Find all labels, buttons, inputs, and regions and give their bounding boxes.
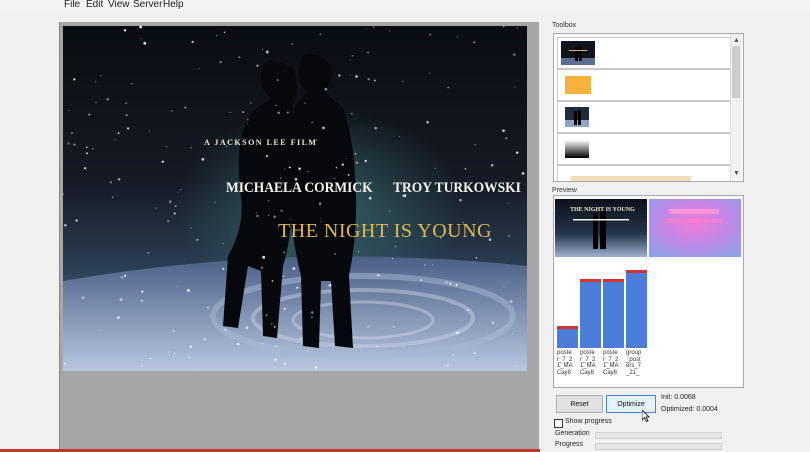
chart-x-tick-line: poste bbox=[557, 350, 572, 356]
chart-bar bbox=[557, 326, 578, 348]
toolbox-scrollbar-thumb[interactable] bbox=[732, 46, 740, 98]
menu-view[interactable]: View bbox=[108, 0, 130, 10]
show-progress-checkbox[interactable] bbox=[554, 419, 563, 428]
poster-actor-right: TROY TURKOWSKI bbox=[393, 180, 521, 196]
toolbox-item-orange[interactable] bbox=[557, 69, 731, 101]
poster-title: THE NIGHT IS YOUNG bbox=[278, 220, 492, 242]
toolbox-item-title-text[interactable] bbox=[557, 165, 731, 181]
chart-x-tick-line: 1_MA bbox=[603, 363, 619, 370]
generation-label: Generation bbox=[555, 430, 590, 437]
optimized-score: Optimized: 0.0004 bbox=[661, 406, 718, 413]
chart-x-tick-label: poste r_7_2 1_MA Cay8 bbox=[603, 350, 624, 376]
chart-x-tick-line: group bbox=[626, 350, 642, 356]
preview-label: Preview bbox=[552, 187, 577, 194]
chart-x-tick-line: Cay8 bbox=[603, 369, 618, 376]
init-score: Init: 0.0068 bbox=[661, 394, 696, 401]
chart-x-tick-line: r_7_2 bbox=[580, 356, 596, 363]
chart-bar bbox=[603, 279, 624, 348]
title-text-thumbnail-icon bbox=[571, 176, 691, 181]
toolbox-list[interactable] bbox=[553, 33, 744, 182]
toolbox-item-poster[interactable] bbox=[557, 37, 731, 69]
toolbox-item-gradient[interactable] bbox=[557, 133, 731, 165]
menu-server[interactable]: Server bbox=[133, 0, 162, 10]
chart-x-tick-line: poste bbox=[603, 350, 618, 356]
chart-x-tick-line: 1_MA bbox=[557, 363, 573, 370]
chart-x-tick-line: r_7_2 bbox=[557, 356, 573, 363]
couple-thumbnail-icon bbox=[565, 107, 589, 127]
chart-bar bbox=[626, 270, 647, 348]
chart-x-tick-label: poste r_7_2 1_MA Cay8 bbox=[580, 350, 601, 376]
menu-help[interactable]: Help bbox=[163, 0, 184, 10]
poster-actor-left: MICHAELA CORMICK bbox=[226, 180, 373, 196]
chart-x-tick-line: poste bbox=[580, 350, 595, 356]
toolbox-label: Toolbox bbox=[552, 22, 577, 29]
chart-x-tick-line: Cay8 bbox=[580, 369, 595, 376]
poster-artwork bbox=[63, 26, 527, 371]
poster-credit: A JACKSON LEE FILM bbox=[204, 138, 318, 147]
chart-x-tick-line: _21_ bbox=[626, 369, 640, 376]
chart-x-tick-line: _post bbox=[626, 356, 641, 363]
reset-button[interactable]: Reset bbox=[556, 395, 603, 413]
gradient-swatch-icon bbox=[565, 140, 589, 158]
mouse-cursor-icon bbox=[642, 410, 650, 422]
progress-label: Progress bbox=[555, 441, 584, 448]
poster-canvas[interactable]: A JACKSON LEE FILM MICHAELA CORMICK TROY… bbox=[63, 26, 527, 371]
overall-progress-bar bbox=[595, 443, 722, 450]
preview-mini-title: THE NIGHT IS YOUNG bbox=[570, 207, 635, 213]
chart-x-tick-line: ers_7 bbox=[626, 363, 642, 370]
show-progress-label: Show progress bbox=[565, 418, 612, 425]
toolbox-item-couple[interactable] bbox=[557, 101, 731, 133]
preview-diff-thumbnail bbox=[649, 199, 741, 257]
poster-thumbnail-icon bbox=[561, 41, 595, 65]
chart-x-tick-label: poste r_7_2 1_MA Cay8 bbox=[557, 350, 578, 376]
menu-edit[interactable]: Edit bbox=[86, 0, 103, 10]
chart-x-tick-label: group _post ers_7 _21_ bbox=[626, 350, 647, 376]
chart-x-tick-line: r_7_2 bbox=[603, 356, 619, 363]
menu-file[interactable]: File bbox=[64, 0, 80, 10]
score-chart: poste r_7_2 1_MA Cay8 poste r_7_2 1_MA Cay8 post… bbox=[555, 260, 741, 384]
menu-bar: File Edit View Server Help bbox=[0, 0, 810, 12]
scroll-up-icon[interactable]: ▲ bbox=[733, 37, 740, 44]
chart-x-tick-line: Cay8 bbox=[557, 369, 572, 376]
generation-progress-bar bbox=[595, 432, 722, 439]
chart-x-tick-line: 1_MA bbox=[580, 363, 596, 370]
chart-bar bbox=[580, 279, 601, 348]
scroll-down-icon[interactable]: ▼ bbox=[733, 170, 740, 177]
orange-swatch-icon bbox=[565, 76, 591, 94]
